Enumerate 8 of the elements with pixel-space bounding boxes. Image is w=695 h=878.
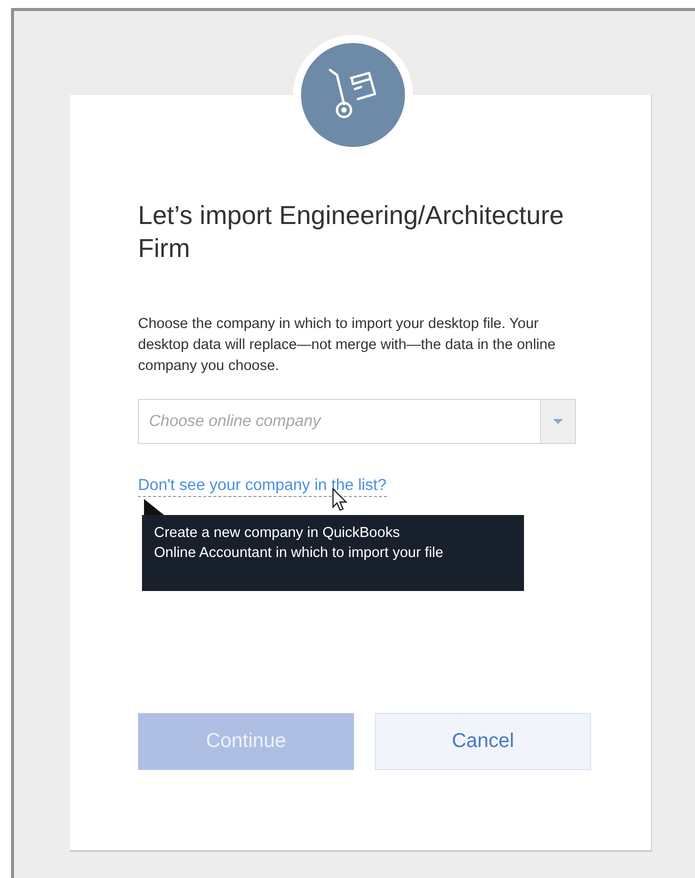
- dropdown-button[interactable]: [541, 399, 576, 444]
- tooltip-tail-icon: [144, 499, 164, 515]
- tooltip: Create a new company in QuickBooks Online Accountant in which to import your file: [142, 515, 524, 591]
- dropdown-caret-icon: [553, 419, 563, 424]
- description-text: Choose the company in which to import your desktop file. Your desktop data will replace—not merge with—the data in the online company you choose.: [138, 315, 557, 376]
- dialog-title: Let’s import Engineering/Architecture Firm: [138, 199, 565, 265]
- cancel-button[interactable]: Cancel: [375, 713, 591, 770]
- company-dropdown-field[interactable]: Choose online company: [138, 399, 541, 444]
